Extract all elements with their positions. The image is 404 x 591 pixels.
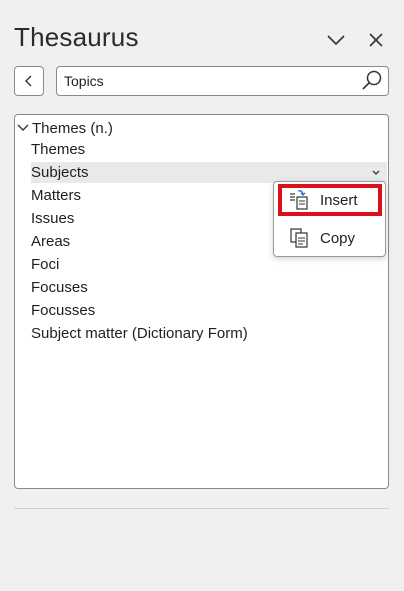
synonym-item-selected[interactable]: Subjects (31, 162, 387, 183)
copy-icon (288, 227, 310, 249)
synonym-item[interactable]: Subject matter (Dictionary Form) (31, 323, 387, 344)
chevron-down-icon (17, 124, 29, 131)
synonym-item[interactable]: Focuses (31, 277, 387, 298)
copy-label: Copy (320, 229, 356, 247)
context-menu: Insert Copy (273, 181, 386, 257)
results-list: Themes (n.) Themes Subjects Matters Issu… (14, 114, 389, 489)
chevron-down-icon (372, 170, 380, 175)
search-button[interactable] (360, 69, 384, 93)
chevron-left-icon (25, 75, 32, 87)
close-icon (369, 33, 383, 47)
item-dropdown-button[interactable] (371, 162, 381, 183)
pane-options-button[interactable] (324, 28, 348, 52)
chevron-down-icon (327, 35, 345, 46)
meaning-group-label: Themes (n.) (32, 119, 113, 137)
back-button[interactable] (14, 66, 44, 96)
synonym-item[interactable]: Themes (31, 139, 387, 160)
copy-menu-item[interactable]: Copy (278, 222, 382, 254)
insert-icon (288, 189, 310, 211)
search-box (56, 66, 389, 96)
search-icon (362, 70, 382, 90)
pane-title: Thesaurus (14, 22, 139, 52)
pane-close-button[interactable] (364, 28, 388, 52)
search-input[interactable] (64, 71, 354, 91)
meaning-group-header[interactable]: Themes (n.) (17, 117, 113, 139)
insert-label: Insert (320, 191, 358, 209)
synonym-item[interactable]: Focusses (31, 300, 387, 321)
synonym-item[interactable]: Foci (31, 254, 387, 275)
insert-menu-item[interactable]: Insert (278, 184, 382, 216)
pane-divider (14, 508, 389, 509)
